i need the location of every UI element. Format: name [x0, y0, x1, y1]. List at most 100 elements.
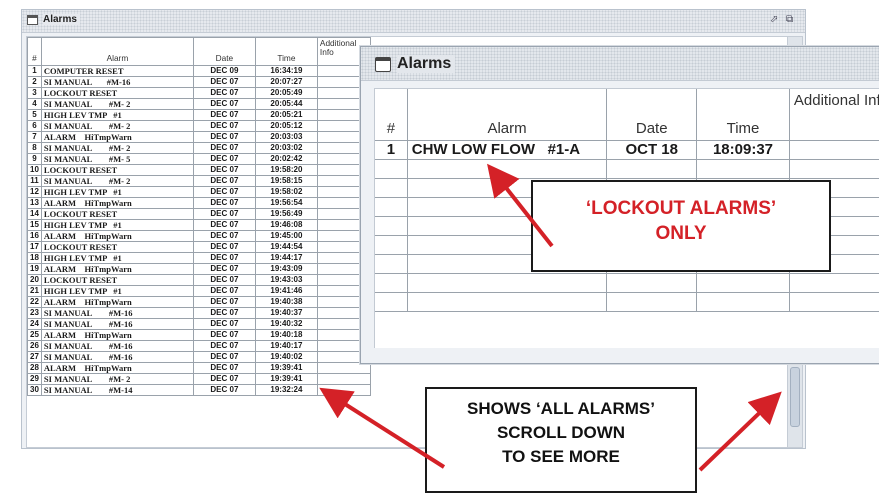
alarm-date: DEC 07	[193, 165, 255, 176]
row-number: 24	[28, 319, 42, 330]
alarm-date: DEC 07	[193, 220, 255, 231]
alarm-date: DEC 07	[193, 121, 255, 132]
alarm-time: 20:02:42	[255, 154, 317, 165]
alarm-time: 19:43:09	[255, 264, 317, 275]
alarm-name: SI MANUAL #M-16	[41, 352, 193, 363]
alarm-date: DEC 07	[193, 385, 255, 396]
alarm-date: DEC 07	[193, 99, 255, 110]
alarm-name: ALARM HiTmpWarn	[41, 264, 193, 275]
table-row[interactable]: 1CHW LOW FLOW #1-AOCT 1818:09:37	[375, 141, 879, 160]
empty-cell	[789, 160, 879, 179]
alarm-time: 16:34:19	[255, 66, 317, 77]
empty-cell	[407, 274, 607, 293]
additional-info	[789, 141, 879, 160]
table-header-row: # Alarm Date Time Additional Info	[375, 89, 879, 141]
row-number: 6	[28, 121, 42, 132]
row-number: 21	[28, 286, 42, 297]
empty-cell	[375, 255, 408, 274]
alarm-name: ALARM HiTmpWarn	[41, 330, 193, 341]
table-row[interactable]: 28ALARM HiTmpWarnDEC 0719:39:41	[28, 363, 786, 374]
alarm-time: 20:03:03	[255, 132, 317, 143]
row-number: 18	[28, 253, 42, 264]
column-header-additional-info[interactable]: Additional Info	[789, 89, 879, 141]
restore-icon[interactable]: ⬀	[770, 14, 778, 25]
column-header-date[interactable]: Date	[607, 89, 697, 141]
alarm-date: DEC 07	[193, 253, 255, 264]
column-header-alarm[interactable]: Alarm	[41, 38, 193, 66]
empty-cell	[375, 217, 408, 236]
empty-cell	[607, 160, 697, 179]
alarm-date: DEC 07	[193, 187, 255, 198]
alarm-time: 19:44:54	[255, 242, 317, 253]
row-number: 12	[28, 187, 42, 198]
alarm-name: LOCKOUT RESET	[41, 242, 193, 253]
alarm-name: ALARM HiTmpWarn	[41, 297, 193, 308]
alarm-name: CHW LOW FLOW #1-A	[407, 141, 607, 160]
alarm-date: DEC 07	[193, 374, 255, 385]
alarm-name: LOCKOUT RESET	[41, 275, 193, 286]
empty-table-row	[375, 293, 879, 312]
alarm-time: 20:05:44	[255, 99, 317, 110]
row-number: 14	[28, 209, 42, 220]
alarm-date: DEC 07	[193, 264, 255, 275]
lockout-alarms-titlebar[interactable]: Alarms	[361, 47, 879, 81]
empty-cell	[375, 160, 408, 179]
alarm-time: 19:39:41	[255, 374, 317, 385]
alarm-name: SI MANUAL #M-16	[41, 341, 193, 352]
empty-cell	[375, 198, 408, 217]
alarm-date: DEC 07	[193, 132, 255, 143]
alarm-time: 19:40:17	[255, 341, 317, 352]
alarm-name: LOCKOUT RESET	[41, 88, 193, 99]
additional-info	[317, 385, 370, 396]
row-number: 4	[28, 99, 42, 110]
alarm-date: DEC 07	[193, 308, 255, 319]
callout-line: SCROLL DOWN	[427, 421, 695, 445]
alarm-time: 20:05:12	[255, 121, 317, 132]
column-header-time[interactable]: Time	[697, 89, 790, 141]
empty-cell	[607, 274, 697, 293]
empty-cell	[697, 160, 790, 179]
alarm-name: LOCKOUT RESET	[41, 165, 193, 176]
alarm-date: DEC 07	[193, 286, 255, 297]
row-number: 25	[28, 330, 42, 341]
row-number: 17	[28, 242, 42, 253]
alarm-name: SI MANUAL #M- 2	[41, 374, 193, 385]
alarm-date: OCT 18	[607, 141, 697, 160]
alarm-time: 19:45:00	[255, 231, 317, 242]
column-header-date[interactable]: Date	[193, 38, 255, 66]
callout-line: ONLY	[533, 221, 829, 246]
alarm-time: 20:05:49	[255, 88, 317, 99]
alarm-name: HIGH LEV TMP #1	[41, 286, 193, 297]
all-alarms-titlebar[interactable]: Alarms ⬀ ⧉	[22, 10, 805, 33]
window-title: Alarms	[43, 14, 80, 25]
row-number: 26	[28, 341, 42, 352]
alarm-date: DEC 07	[193, 231, 255, 242]
alarm-date: DEC 07	[193, 352, 255, 363]
alarm-name: SI MANUAL #M-16	[41, 308, 193, 319]
row-filler	[370, 363, 785, 374]
alarm-time: 19:44:17	[255, 253, 317, 264]
alarm-time: 19:46:08	[255, 220, 317, 231]
column-header-alarm[interactable]: Alarm	[407, 89, 607, 141]
alarm-time: 20:05:21	[255, 110, 317, 121]
callout-line: SHOWS ‘ALL ALARMS’	[427, 397, 695, 421]
column-header-number[interactable]: #	[28, 38, 42, 66]
alarm-name: SI MANUAL #M-16	[41, 77, 193, 88]
alarm-time: 19:41:46	[255, 286, 317, 297]
column-header-number[interactable]: #	[375, 89, 408, 141]
alarm-name: ALARM HiTmpWarn	[41, 198, 193, 209]
maximize-icon[interactable]: ⧉	[786, 14, 793, 25]
scrollbar-thumb[interactable]	[790, 367, 800, 427]
alarm-time: 20:07:27	[255, 77, 317, 88]
row-number: 15	[28, 220, 42, 231]
alarm-name: SI MANUAL #M-16	[41, 319, 193, 330]
alarm-time: 19:43:03	[255, 275, 317, 286]
column-header-time[interactable]: Time	[255, 38, 317, 66]
row-number: 28	[28, 363, 42, 374]
table-row[interactable]: 29SI MANUAL #M- 2DEC 0719:39:41	[28, 374, 786, 385]
empty-cell	[375, 236, 408, 255]
alarm-time: 19:58:20	[255, 165, 317, 176]
empty-cell	[375, 179, 408, 198]
alarm-date: DEC 07	[193, 297, 255, 308]
empty-cell	[607, 293, 697, 312]
